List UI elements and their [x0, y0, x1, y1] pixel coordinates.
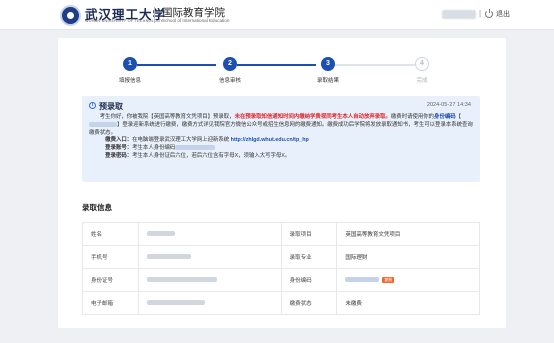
university-logo	[60, 5, 81, 26]
step-1-label: 填报信息	[118, 78, 141, 84]
field-label-major: 录取专业	[280, 245, 338, 269]
header-divider	[154, 7, 155, 23]
table-row: 手机号 录取专业 国际理财	[82, 245, 480, 269]
table-row: 身份证号 身份编码 复制	[82, 268, 480, 292]
school-name-en: School of International Education	[162, 18, 230, 23]
user-separator: |	[479, 9, 482, 18]
field-label-phone: 手机号	[82, 245, 139, 269]
notice-paragraph: 考生你好，你被我院【英国高等教育文凭项目】预录取，未在预录取知信通知时间内缴纳学…	[89, 114, 475, 137]
field-label-email: 电子邮箱	[82, 291, 139, 315]
copy-button[interactable]: 复制	[382, 276, 395, 283]
top-bar: 武汉理工大学 WUHAN UNIVERSITY OF TECHNOLOGY 国际…	[0, 0, 554, 30]
field-value-identity-code: 复制	[336, 268, 480, 292]
identity-code-link[interactable]: 身份编码	[434, 114, 456, 120]
power-icon[interactable]	[485, 9, 493, 18]
step-3-circle: 3	[321, 57, 335, 71]
login-password-label: 登录密码：	[105, 152, 133, 159]
notice-bracket: 【	[455, 114, 462, 120]
field-value-email	[137, 291, 282, 315]
table-row: 姓名 录取项目 英国高等教育文凭项目	[82, 222, 480, 246]
redacted-value	[345, 277, 380, 283]
step-connector-1	[137, 64, 216, 66]
redacted-value	[146, 300, 205, 306]
field-value-name	[137, 222, 282, 246]
notice-text-a: 考生你好，你被我院【英国高等教育文凭项目】预录取，	[99, 114, 235, 120]
admission-info-title: 录取信息	[82, 203, 112, 212]
login-password-line: 登录密码：考生本人身份证后六位，若后六位含有字母X，须输入大写字母X。	[89, 153, 475, 161]
step-2-label: 信息审核	[218, 78, 241, 84]
notice-text-d: 】登录迎新系统进行缴费，缴费方式详见我院官方微信公众号或招生信息网的缴费通知。缴…	[89, 121, 473, 136]
logout-link[interactable]: 退出	[496, 9, 510, 19]
redacted-value	[146, 231, 175, 237]
step-connector-3	[335, 64, 415, 66]
field-value-phone	[137, 245, 282, 269]
payment-url-link[interactable]: http://zhlgd.whut.edu.cn/tp_hp	[231, 137, 309, 143]
payment-entry-text: 在电脑端登录武汉理工大学网上迎新系统	[132, 137, 231, 144]
field-label-name: 姓名	[82, 222, 139, 246]
step-4-label: 完成	[416, 78, 428, 84]
login-password-text: 考生本人身份证后六位，若后六位含有字母X，须输入大写字母X。	[132, 152, 291, 159]
field-label-payment-status: 缴费状态	[280, 291, 338, 315]
field-value-id-number	[137, 268, 282, 292]
notice-warning: 未在预录取知信通知时间内缴纳学费视同考生本人自动放弃录取。	[234, 114, 391, 120]
step-4-circle: 4	[415, 57, 429, 71]
admission-info-table: 姓名 录取项目 英国高等教育文凭项目 手机号 录取专业 国际理财 身份证号 身份…	[82, 222, 480, 315]
field-label-id-number: 身份证号	[82, 268, 139, 292]
info-icon: i	[89, 102, 96, 109]
admission-notice: i 预录取 2024-05-27 14:34 考生你好，你被我院【英国高等教育文…	[82, 96, 480, 182]
table-row: 电子邮箱 缴费状态 未缴费	[82, 291, 480, 315]
field-label-program: 录取项目	[280, 222, 338, 246]
redacted-value	[146, 277, 217, 283]
notice-timestamp: 2024-05-27 14:34	[426, 102, 471, 108]
login-account-label: 登录账号：	[105, 145, 133, 152]
step-3-label: 录取结果	[316, 78, 339, 84]
notice-text-b: 缴费时请使用你的	[390, 114, 435, 120]
login-account-line: 登录账号：考生本人身份编码	[89, 145, 475, 153]
university-name-en: WUHAN UNIVERSITY OF TECHNOLOGY	[85, 19, 164, 23]
field-label-identity-code: 身份编码	[280, 268, 338, 292]
step-2-circle: 2	[223, 57, 237, 71]
redacted-value	[146, 254, 191, 260]
field-value-payment-status: 未缴费	[336, 291, 480, 315]
payment-entry-label: 缴费入口：	[105, 137, 133, 144]
notice-title: 预录取	[99, 102, 123, 111]
step-connector-2	[237, 64, 316, 66]
identity-code-redacted	[89, 121, 117, 127]
step-1-circle: 1	[123, 57, 137, 71]
account-redacted	[175, 145, 216, 151]
notice-body: 考生你好，你被我院【英国高等教育文凭项目】预录取，未在预录取知信通知时间内缴纳学…	[89, 114, 475, 161]
field-value-program: 英国高等教育文凭项目	[336, 222, 480, 246]
field-value-major: 国际理财	[336, 245, 480, 269]
login-account-text: 考生本人身份编码	[132, 145, 176, 152]
user-name-redacted[interactable]	[442, 10, 476, 19]
